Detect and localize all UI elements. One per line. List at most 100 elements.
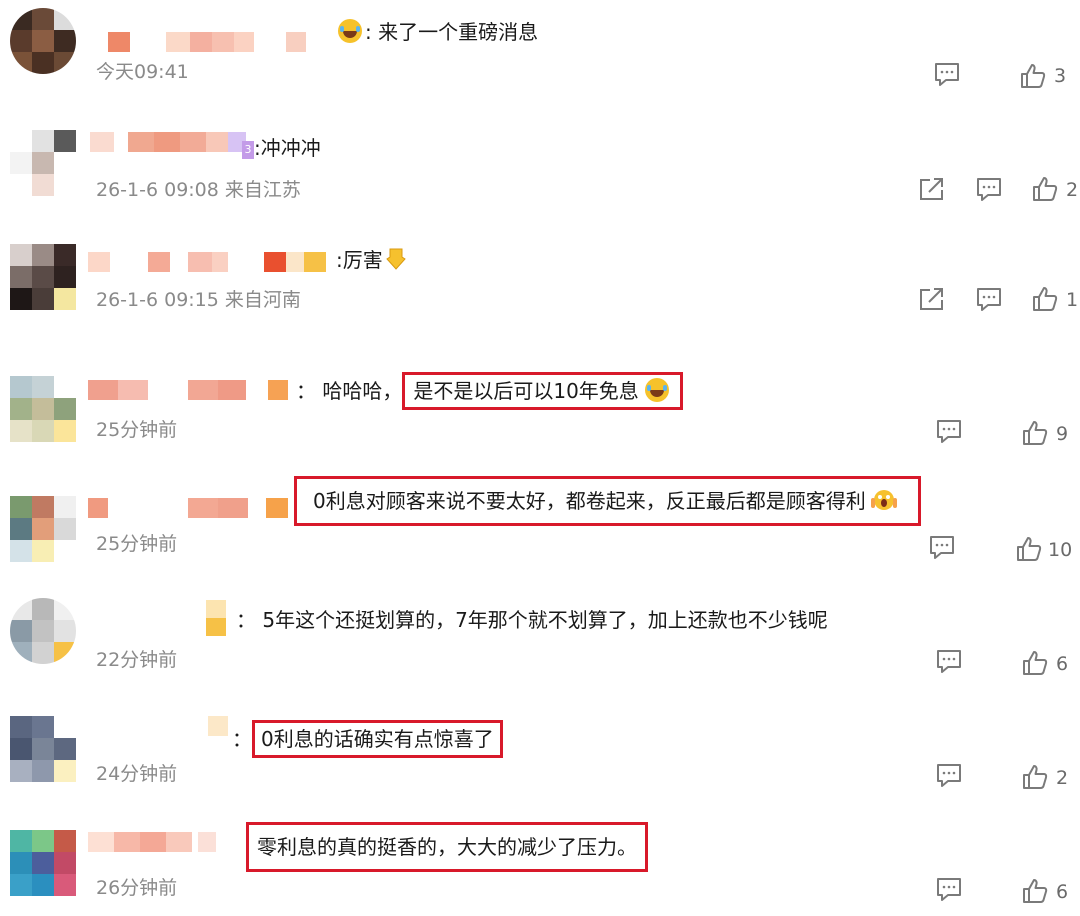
comment-prefix: ： 哈哈哈， (296, 379, 403, 403)
like-button[interactable] (1022, 878, 1048, 904)
thumbs-up-icon (1023, 421, 1048, 445)
like-button[interactable] (1020, 63, 1046, 89)
comment-text: ： 哈哈哈， 是不是以后可以10年免息 (296, 372, 683, 410)
username-mosaic[interactable] (88, 832, 233, 852)
reply-button[interactable] (975, 176, 1003, 202)
comment-bubble-icon (937, 420, 961, 443)
like-button[interactable] (1022, 420, 1048, 446)
reply-button[interactable] (975, 286, 1003, 312)
username-mosaic[interactable] (88, 380, 288, 400)
comment-time: 25分钟前 (96, 419, 178, 441)
thumbs-up-icon (1033, 287, 1058, 311)
avatar[interactable] (10, 598, 76, 664)
comment-item: 零利息的真的挺香的，大大的减少了压力。 26分钟前 6 (0, 810, 1080, 916)
avatar[interactable] (10, 496, 76, 562)
reply-button[interactable] (933, 61, 961, 87)
comment-bubble-icon (937, 764, 961, 787)
like-button[interactable] (1032, 176, 1058, 202)
avatar[interactable] (10, 376, 76, 442)
highlight-box: 是不是以后可以10年免息 (402, 372, 683, 410)
comment-bubble-icon (930, 536, 954, 559)
like-count: 10 (1048, 539, 1073, 561)
comment-text: 零利息的真的挺香的，大大的减少了压力。 (246, 822, 648, 872)
comment-time: 今天09:41 (96, 61, 189, 83)
laughing-tears-icon (644, 378, 669, 402)
like-button[interactable] (1022, 764, 1048, 790)
username-mosaic[interactable] (208, 716, 232, 736)
avatar[interactable] (10, 244, 76, 310)
avatar[interactable] (10, 8, 76, 74)
avatar[interactable] (10, 716, 76, 782)
comment-time-location: 26-1-6 09:08 来自江苏 (96, 179, 301, 201)
reply-button[interactable] (935, 762, 963, 788)
username-mosaic[interactable] (88, 252, 333, 272)
highlight-box: 0利息的话确实有点惊喜了 (252, 720, 503, 758)
thumbs-up-icon (1033, 177, 1058, 201)
like-count: 3 (1054, 65, 1067, 87)
avatar[interactable] (10, 130, 76, 196)
comment-text: 3:冲冲冲 (242, 134, 321, 162)
reply-button[interactable] (935, 418, 963, 444)
comment-text: :厉害 (336, 246, 407, 274)
thumbs-up-icon (1021, 64, 1046, 88)
avatar[interactable] (10, 830, 76, 896)
reply-button[interactable] (935, 876, 963, 902)
comment-time: 22分钟前 (96, 649, 178, 671)
comment-text: 0利息对顾客来说不要太好，都卷起来，反正最后都是顾客得利 (294, 476, 921, 526)
thumbs-up-icon (1023, 879, 1048, 903)
like-button[interactable] (1022, 650, 1048, 676)
comment-bubble-icon (977, 288, 1001, 311)
comment-content: ： 5年这个还挺划算的，7年那个就不划算了，加上还款也不少钱呢 (236, 608, 828, 632)
username-mosaic[interactable] (90, 132, 260, 152)
thumbs-up-icon (1017, 537, 1042, 561)
comment-highlight: 0利息的话确实有点惊喜了 (261, 727, 494, 751)
share-button[interactable] (918, 286, 946, 312)
like-count: 2 (1066, 179, 1079, 201)
comment-item: 0利息对顾客来说不要太好，都卷起来，反正最后都是顾客得利 25分钟前 10 (0, 460, 1080, 578)
comment-text: ： 5年这个还挺划算的，7年那个就不划算了，加上还款也不少钱呢 (236, 606, 828, 634)
username-mosaic[interactable] (88, 498, 288, 518)
level-badge: 3 (242, 141, 254, 159)
pointing-down-hand-icon (385, 248, 406, 270)
comment-item: ： 0利息的话确实有点惊喜了 24分钟前 2 (0, 696, 1080, 810)
share-arrow-icon (920, 178, 943, 200)
comment-highlight: 0利息对顾客来说不要太好，都卷起来，反正最后都是顾客得利 (313, 489, 866, 513)
comment-text: : 来了一个重磅消息 (316, 18, 538, 46)
share-arrow-icon (920, 288, 943, 310)
like-count: 2 (1056, 767, 1069, 789)
comment-item: 3:冲冲冲 26-1-6 09:08 来自江苏 2 (0, 110, 1080, 222)
comment-item: : 来了一个重磅消息 今天09:41 3 (0, 0, 1080, 110)
share-button[interactable] (918, 176, 946, 202)
like-count: 6 (1056, 881, 1069, 903)
comment-highlight: 零利息的真的挺香的，大大的减少了压力。 (257, 835, 637, 859)
like-count: 6 (1056, 653, 1069, 675)
comment-content: :冲冲冲 (254, 136, 321, 160)
laughing-tears-icon (338, 19, 362, 43)
highlight-box: 0利息对顾客来说不要太好，都卷起来，反正最后都是顾客得利 (294, 476, 921, 526)
comment-content: :厉害 (336, 248, 383, 272)
comment-item: :厉害 26-1-6 09:15 来自河南 1 (0, 222, 1080, 340)
comment-bubble-icon (937, 878, 961, 901)
highlight-box: 零利息的真的挺香的，大大的减少了压力。 (246, 822, 648, 872)
screaming-face-icon (870, 490, 897, 510)
comment-time: 25分钟前 (96, 533, 178, 555)
like-button[interactable] (1016, 536, 1042, 562)
reply-button[interactable] (928, 534, 956, 560)
comment-item: ： 5年这个还挺划算的，7年那个就不划算了，加上还款也不少钱呢 22分钟前 6 (0, 578, 1080, 696)
comment-time: 26分钟前 (96, 877, 178, 899)
thumbs-up-icon (1023, 651, 1048, 675)
thumbs-up-icon (1023, 765, 1048, 789)
comment-content: : 来了一个重磅消息 (365, 20, 539, 44)
like-button[interactable] (1032, 286, 1058, 312)
comment-bubble-icon (937, 650, 961, 673)
username-mosaic[interactable] (104, 32, 314, 52)
comment-highlight: 是不是以后可以10年免息 (413, 379, 639, 403)
comment-item: ： 哈哈哈， 是不是以后可以10年免息 25分钟前 9 (0, 340, 1080, 460)
comment-time: 24分钟前 (96, 763, 178, 785)
comment-bubble-icon (935, 63, 959, 86)
username-mosaic[interactable] (206, 600, 230, 636)
comment-bubble-icon (977, 178, 1001, 201)
comment-time-location: 26-1-6 09:15 来自河南 (96, 289, 301, 311)
reply-button[interactable] (935, 648, 963, 674)
comment-text: ： 0利息的话确实有点惊喜了 (232, 720, 503, 758)
